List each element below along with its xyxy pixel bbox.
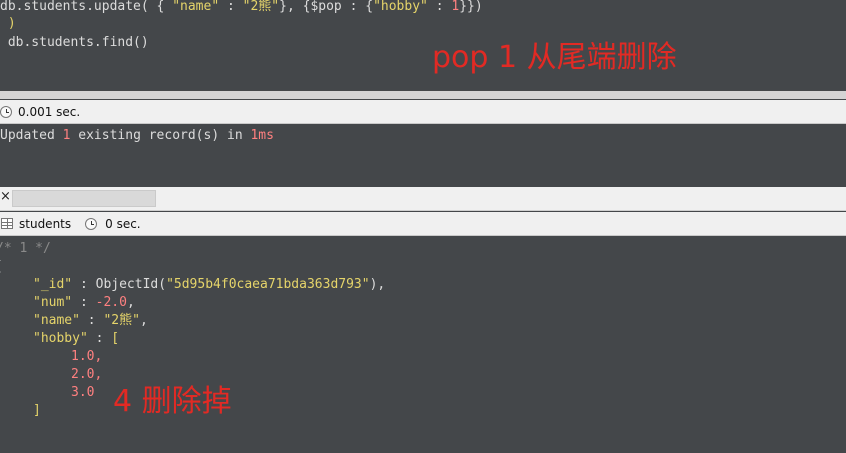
editor-line-2: ) — [0, 16, 16, 31]
message-panel: Updated 1 existing record(s) in 1ms — [0, 124, 846, 187]
code-token: : { — [341, 0, 374, 14]
field-name: "name" : "2熊", — [33, 312, 148, 330]
code-token: db.students.update( { — [0, 0, 165, 14]
array-open: [ — [111, 331, 120, 346]
code-token: 1 — [451, 0, 460, 14]
code-token: : — [427, 0, 452, 14]
status-bar-result: students 0 sec. — [0, 212, 846, 236]
editor-line-1: db.students.update( { "name" : "2熊"}, {$… — [0, 0, 483, 16]
open-brace: { — [0, 258, 2, 276]
code-token: }, { — [279, 0, 311, 14]
code-token: }}) — [459, 0, 483, 14]
field-sep: : — [72, 295, 96, 310]
field-value: "5d95b4f0caea71bda363d793" — [166, 277, 370, 292]
field-end: ), — [369, 277, 386, 292]
field-id: "_id" : ObjectId("5d95b4f0caea71bda363d7… — [33, 276, 385, 294]
field-key: "hobby" — [33, 331, 88, 346]
table-icon — [1, 218, 13, 229]
document-comment: /* 1 */ — [0, 241, 51, 256]
message-duration: 1ms — [250, 128, 274, 143]
message-text: existing record(s) in — [70, 128, 251, 143]
field-sep: : — [87, 331, 112, 346]
update-message: Updated 1 existing record(s) in 1ms — [0, 127, 274, 145]
code-token: "2熊" — [242, 0, 280, 14]
result-tab-strip: × — [0, 187, 846, 211]
field-hobby: "hobby" : [ — [33, 330, 119, 348]
result-panel: /* 1 */ { "_id" : ObjectId("5d95b4f0caea… — [0, 236, 846, 453]
annotation-removed: 4 删除掉 — [113, 384, 232, 419]
field-end: , — [139, 313, 148, 328]
result-tab[interactable] — [12, 190, 156, 207]
clock-icon — [0, 105, 12, 118]
code-token: "hobby" — [373, 0, 428, 14]
code-token: "name" — [172, 0, 220, 14]
array-item: 2.0, — [71, 367, 103, 382]
field-end: , — [126, 295, 135, 310]
field-value: -2.0 — [95, 295, 127, 310]
field-sep: : — [79, 313, 104, 328]
field-fn: ObjectId( — [95, 277, 167, 292]
array-item: 3.0 — [71, 385, 95, 400]
status-bar-execution: 0.001 sec. — [0, 100, 846, 124]
query-time: 0 sec. — [105, 216, 141, 231]
code-token: $pop — [310, 0, 342, 14]
field-sep: : — [72, 277, 96, 292]
close-icon[interactable]: × — [0, 189, 11, 204]
message-text: Updated — [0, 128, 63, 143]
collection-name: students — [19, 216, 72, 231]
annotation-pop: pop 1 从尾端删除 — [432, 40, 677, 75]
field-key: "num" — [33, 295, 73, 310]
splitter[interactable] — [0, 91, 846, 99]
field-value: "2熊" — [103, 313, 140, 328]
field-key: "_id" — [33, 277, 73, 292]
editor-line-3: db.students.find() — [0, 35, 149, 50]
field-num: "num" : -2.0, — [33, 294, 135, 312]
field-key: "name" — [33, 313, 80, 328]
execution-time: 0.001 sec. — [18, 104, 81, 119]
query-editor[interactable]: db.students.update( { "name" : "2熊"}, {$… — [0, 0, 846, 91]
code-token: : — [219, 0, 243, 14]
array-item: 1.0, — [71, 349, 103, 364]
array-close: ] — [33, 403, 41, 418]
clock-icon — [85, 217, 98, 230]
